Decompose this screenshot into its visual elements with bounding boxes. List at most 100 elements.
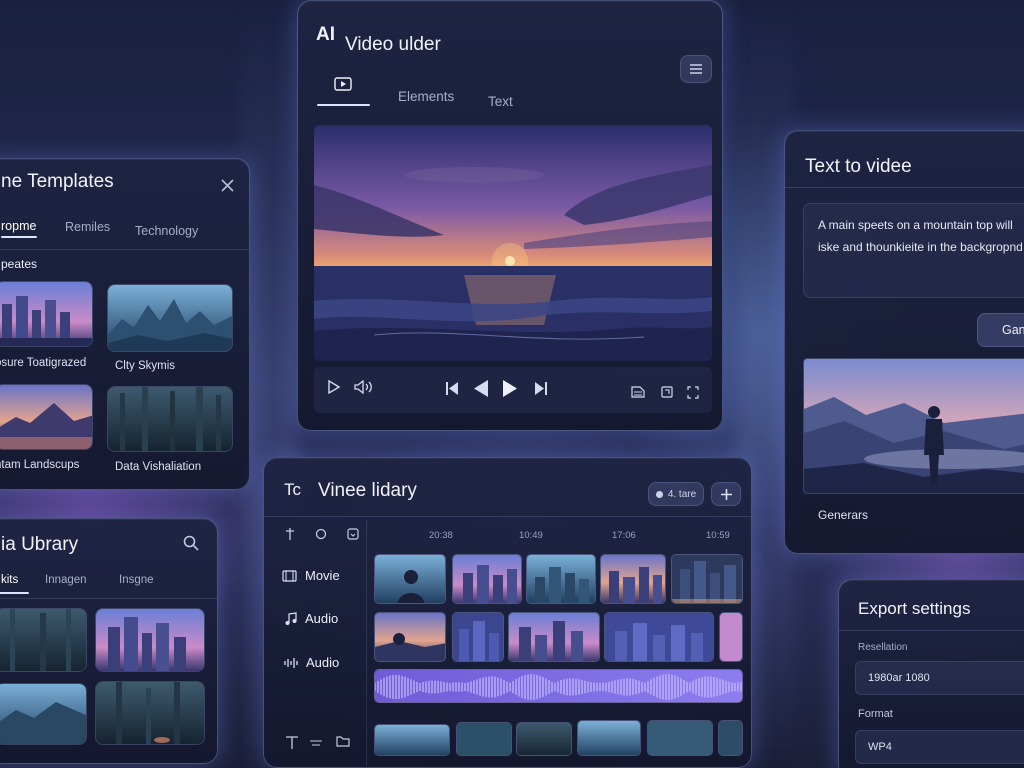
strip-clip-3[interactable] xyxy=(516,722,572,756)
minus-icon[interactable] xyxy=(310,740,322,746)
hamburger-icon xyxy=(690,64,702,74)
add-button[interactable] xyxy=(711,482,741,506)
audio-bars-icon xyxy=(284,657,298,668)
timecode-2: 10:49 xyxy=(519,530,543,541)
strip-clip-6[interactable] xyxy=(718,720,743,756)
resolution-select[interactable]: 1980ar 1080 xyxy=(855,661,1024,695)
audio-clip-1[interactable] xyxy=(374,612,446,662)
tab-elements[interactable]: Elements xyxy=(398,89,454,104)
tab-templates-2[interactable]: Technology xyxy=(135,224,198,238)
template-caption-1: osure Toatigrazed xyxy=(0,357,87,369)
film-icon xyxy=(282,569,297,582)
export-icon[interactable] xyxy=(347,528,359,540)
track-movie-label: Movie xyxy=(305,568,340,583)
video-builder-panel: AI Video ulder Elements Text xyxy=(297,0,723,431)
generated-preview[interactable] xyxy=(803,358,1024,494)
cut-icon[interactable] xyxy=(284,528,296,540)
fullscreen-icon[interactable] xyxy=(687,386,699,399)
media-tab-underline xyxy=(0,592,29,594)
video-builder-title: Video ulder xyxy=(345,34,441,55)
search-icon[interactable] xyxy=(183,535,199,551)
audio-waveform[interactable] xyxy=(374,669,743,703)
track-sidebar: Movie Audio Audio xyxy=(272,520,367,766)
tab-templates-1[interactable]: Remiles xyxy=(65,220,110,234)
movie-clip-1[interactable] xyxy=(374,554,446,604)
audio-clip-4[interactable] xyxy=(604,612,714,662)
timeline-badge-label: 4. tare xyxy=(667,488,697,500)
strip-clip-4[interactable] xyxy=(577,720,641,756)
tab-media-1[interactable]: Innagen xyxy=(45,574,87,586)
audio-clip-2[interactable] xyxy=(452,612,504,662)
media-divider xyxy=(0,598,217,599)
video-builder-brand: AI xyxy=(316,24,335,45)
close-icon[interactable] xyxy=(221,179,234,192)
template-caption-4: Data Vishaliation xyxy=(115,461,202,473)
video-preview[interactable] xyxy=(314,125,712,361)
templates-title: ne Templates xyxy=(1,171,114,192)
timeline-badge[interactable]: 4. tare xyxy=(648,482,704,506)
prompt-line-2: iske and thounkieite in the backgropnd xyxy=(818,240,1023,254)
media-thumb-4[interactable] xyxy=(95,681,205,745)
media-thumb-2[interactable] xyxy=(95,608,205,672)
skip-forward-icon[interactable] xyxy=(535,382,547,395)
tab-templates-0[interactable]: ropme xyxy=(1,219,36,233)
movie-clip-3[interactable] xyxy=(526,554,596,604)
movie-clip-5[interactable] xyxy=(671,554,743,604)
templates-panel: ne Templates ropme Remiles Technology pe… xyxy=(0,158,250,490)
audio-clip-5[interactable] xyxy=(719,612,743,662)
track-audio-2[interactable]: Audio xyxy=(284,655,339,670)
templates-tab-underline xyxy=(1,236,37,238)
timecode-1: 20:38 xyxy=(429,530,453,541)
timeline-icon: Tc xyxy=(284,480,301,499)
timeline-title: Vinee lidary xyxy=(318,480,417,501)
export-title: Export settings xyxy=(858,599,971,618)
media-thumb-1[interactable] xyxy=(0,608,87,672)
loop-icon[interactable] xyxy=(314,528,328,540)
folder-icon[interactable] xyxy=(336,735,350,747)
template-thumb-1[interactable] xyxy=(0,281,93,347)
track-audio-2-label: Audio xyxy=(306,655,340,670)
movie-clip-2[interactable] xyxy=(452,554,522,604)
prompt-textarea[interactable]: A main speets on a mountain top will isk… xyxy=(803,203,1024,298)
rewind-icon[interactable] xyxy=(474,380,488,397)
track-movie[interactable]: Movie xyxy=(282,568,340,583)
format-select[interactable]: WP4 xyxy=(855,730,1024,764)
template-caption-3: ntam Landscups xyxy=(0,459,80,471)
movie-clip-4[interactable] xyxy=(600,554,666,604)
prompt-line-1: A main speets on a mountain top will xyxy=(818,218,1013,232)
format-value: WP4 xyxy=(868,741,892,753)
tab-media-0[interactable]: kits xyxy=(1,574,18,586)
strip-clip-1[interactable] xyxy=(374,724,450,756)
templates-section-label: peates xyxy=(1,257,38,271)
skip-back-icon[interactable] xyxy=(446,382,458,395)
track-audio-1-label: Audio xyxy=(305,611,339,626)
crop-icon[interactable] xyxy=(661,386,673,398)
ttv-divider xyxy=(785,187,1024,188)
resolution-label: Resellation xyxy=(858,642,908,653)
template-thumb-4[interactable] xyxy=(107,386,233,452)
tab-media-2[interactable]: Insgne xyxy=(119,574,154,586)
generate-button-label: Gan xyxy=(1002,323,1024,337)
text-to-video-panel: Text to videe A main speets on a mountai… xyxy=(784,130,1024,554)
media-thumb-3[interactable] xyxy=(0,683,87,745)
audio-clip-3[interactable] xyxy=(508,612,600,662)
text-tool-icon[interactable] xyxy=(286,736,298,749)
playback-controls xyxy=(314,367,712,413)
volume-icon[interactable] xyxy=(354,380,374,394)
tab-video[interactable] xyxy=(334,77,352,91)
media-library-title: ia Ubrary xyxy=(1,534,79,555)
tab-text[interactable]: Text xyxy=(488,94,513,109)
caption-icon[interactable] xyxy=(631,386,645,398)
menu-button[interactable] xyxy=(680,55,712,83)
template-thumb-2[interactable] xyxy=(107,284,233,352)
template-thumb-3[interactable] xyxy=(0,384,93,450)
timecode-4: 10:59 xyxy=(706,530,730,541)
generate-button[interactable]: Gan xyxy=(977,313,1024,347)
strip-clip-2[interactable] xyxy=(456,722,512,756)
track-audio-1[interactable]: Audio xyxy=(284,611,338,626)
strip-clip-5[interactable] xyxy=(647,720,713,756)
play-icon[interactable] xyxy=(328,380,340,394)
play-main-icon[interactable] xyxy=(503,380,517,397)
timeline-panel: Tc Vinee lidary 4. tare Movie Audio Audi… xyxy=(263,457,752,768)
timer-icon xyxy=(655,490,663,498)
